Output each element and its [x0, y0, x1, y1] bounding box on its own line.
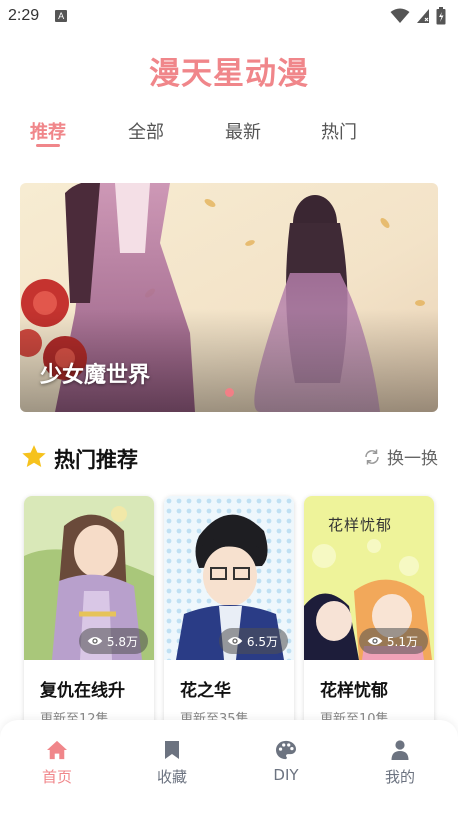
views-badge: 5.8万 — [78, 628, 148, 654]
comic-cover: 6.5万 — [164, 496, 294, 660]
category-tabs: 推荐 全部 最新 热门 — [0, 118, 458, 154]
cover-title: 花样忧郁 — [328, 516, 393, 534]
tab-active-indicator — [36, 144, 60, 147]
star-icon — [22, 445, 46, 468]
refresh-label: 换一换 — [387, 449, 438, 469]
nav-home[interactable]: 首页 — [17, 740, 97, 787]
status-icons — [390, 7, 446, 25]
refresh-icon — [365, 449, 379, 464]
comic-card[interactable]: 5.8万 复仇在线升 更新至12集 — [24, 496, 154, 736]
views-badge: 5.1万 — [358, 628, 428, 654]
comic-title: 花样忧郁 — [320, 681, 388, 701]
comic-cover: 5.8万 — [24, 496, 154, 660]
comic-card[interactable]: 花样忧郁 5.1万 花样忧郁 更新至10集 — [304, 496, 434, 736]
views-count: 5.8万 — [106, 634, 138, 649]
nav-label: 收藏 — [156, 768, 187, 786]
comic-title: 花之华 — [180, 681, 231, 701]
comic-card[interactable]: 6.5万 花之华 更新至35集 — [164, 496, 294, 736]
app-title: 漫天星动漫 — [149, 56, 309, 92]
tab-latest[interactable]: 最新 — [225, 118, 261, 144]
status-bar: 2:29 A — [0, 0, 458, 32]
section-header: 热门推荐 换一换 — [20, 440, 438, 476]
views-badge: 6.5万 — [218, 628, 288, 654]
views-count: 5.1万 — [386, 634, 418, 649]
banner-carousel[interactable]: 少女魔世界 — [20, 183, 438, 412]
bottom-navigation: 首页 收藏 DIY 我的 — [0, 720, 458, 814]
banner-title: 少女魔世界 — [40, 363, 151, 388]
palette-icon — [276, 740, 296, 760]
views-count: 6.5万 — [246, 634, 278, 649]
comic-cover: 花样忧郁 5.1万 — [304, 496, 434, 660]
nav-diy[interactable]: DIY — [246, 740, 326, 784]
carousel-indicator-dot — [225, 388, 234, 397]
battery-icon — [436, 7, 446, 25]
status-time: 2:29 — [8, 7, 40, 24]
nav-favorites[interactable]: 收藏 — [132, 740, 212, 787]
tab-hot[interactable]: 热门 — [321, 118, 357, 144]
user-icon — [391, 740, 409, 760]
tab-all[interactable]: 全部 — [128, 118, 164, 144]
wifi-icon — [390, 8, 410, 23]
nav-label: 首页 — [41, 768, 72, 786]
nav-label: DIY — [273, 766, 299, 784]
nav-label: 我的 — [384, 768, 415, 786]
bookmark-icon — [165, 741, 179, 759]
home-icon — [47, 740, 67, 760]
notification-icon: A — [55, 10, 68, 22]
tab-recommend[interactable]: 推荐 — [30, 118, 66, 144]
eye-icon — [87, 637, 103, 645]
signal-icon — [417, 9, 429, 23]
comic-title: 复仇在线升 — [40, 681, 125, 701]
eye-icon — [227, 637, 243, 645]
eye-icon — [367, 637, 383, 645]
section-title: 热门推荐 — [54, 448, 138, 472]
nav-profile[interactable]: 我的 — [360, 740, 440, 787]
refresh-button[interactable]: 换一换 — [363, 444, 438, 469]
